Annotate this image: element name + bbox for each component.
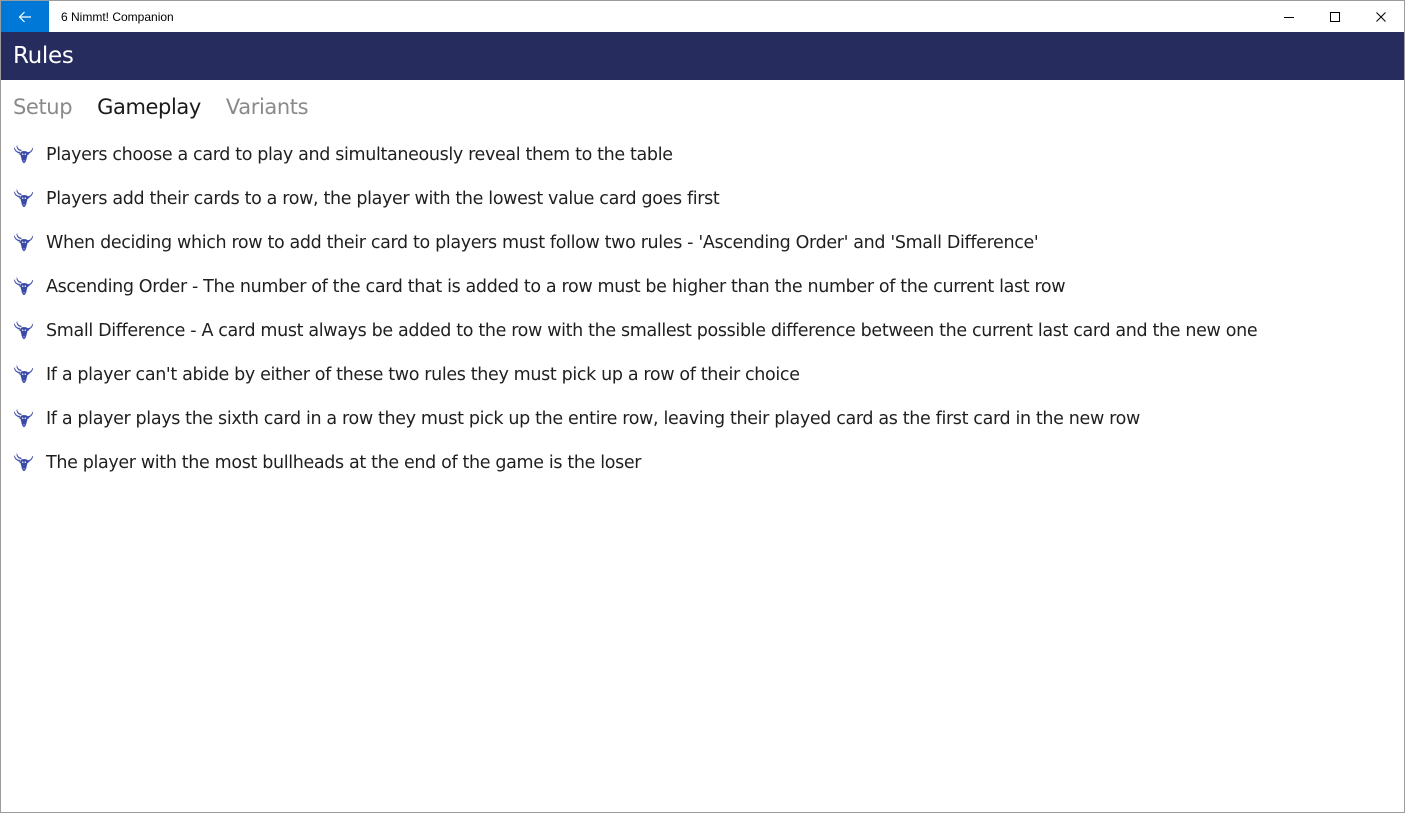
close-button[interactable] — [1358, 1, 1404, 32]
bullhead-icon — [13, 320, 35, 342]
list-item: Players add their cards to a row, the pl… — [13, 183, 1393, 227]
app-title: 6 Nimmt! Companion — [61, 9, 174, 24]
list-item: Small Difference - A card must always be… — [13, 315, 1393, 359]
back-button[interactable] — [1, 1, 49, 32]
caption-buttons — [1266, 1, 1404, 32]
tab-gameplay[interactable]: Gameplay — [97, 95, 201, 119]
rule-text: Ascending Order - The number of the card… — [46, 277, 1066, 297]
minimize-button[interactable] — [1266, 1, 1312, 32]
close-icon — [1376, 11, 1386, 22]
bullhead-icon — [13, 188, 35, 210]
list-item: The player with the most bullheads at th… — [13, 447, 1393, 491]
bullhead-icon — [13, 452, 35, 474]
rule-text: If a player plays the sixth card in a ro… — [46, 409, 1140, 429]
list-item: If a player can't abide by either of the… — [13, 359, 1393, 403]
rule-text: The player with the most bullheads at th… — [46, 453, 642, 473]
rule-text: Small Difference - A card must always be… — [46, 321, 1258, 341]
list-item: When deciding which row to add their car… — [13, 227, 1393, 271]
maximize-icon — [1330, 11, 1340, 22]
rule-text: Players choose a card to play and simult… — [46, 145, 673, 165]
bullhead-icon — [13, 408, 35, 430]
bullhead-icon — [13, 276, 35, 298]
rule-text: If a player can't abide by either of the… — [46, 365, 800, 385]
list-item: Ascending Order - The number of the card… — [13, 271, 1393, 315]
bullhead-icon — [13, 364, 35, 386]
tab-variants[interactable]: Variants — [226, 95, 309, 119]
rule-text: Players add their cards to a row, the pl… — [46, 189, 720, 209]
rules-tabs: Setup Gameplay Variants — [13, 95, 309, 119]
bullhead-icon — [13, 232, 35, 254]
minimize-icon — [1284, 16, 1294, 18]
list-item: If a player plays the sixth card in a ro… — [13, 403, 1393, 447]
rule-text: When deciding which row to add their car… — [46, 233, 1039, 253]
bullhead-icon — [13, 144, 35, 166]
arrow-left-icon — [18, 11, 31, 22]
app-window: 6 Nimmt! Companion Rules Setup Gameplay … — [0, 0, 1405, 813]
maximize-button[interactable] — [1312, 1, 1358, 32]
page-title: Rules — [13, 43, 74, 69]
title-bar: 6 Nimmt! Companion — [1, 1, 1404, 32]
list-item: Players choose a card to play and simult… — [13, 139, 1393, 183]
rules-list: Players choose a card to play and simult… — [13, 139, 1393, 491]
page-header: Rules — [1, 32, 1404, 80]
tab-setup[interactable]: Setup — [13, 95, 73, 119]
